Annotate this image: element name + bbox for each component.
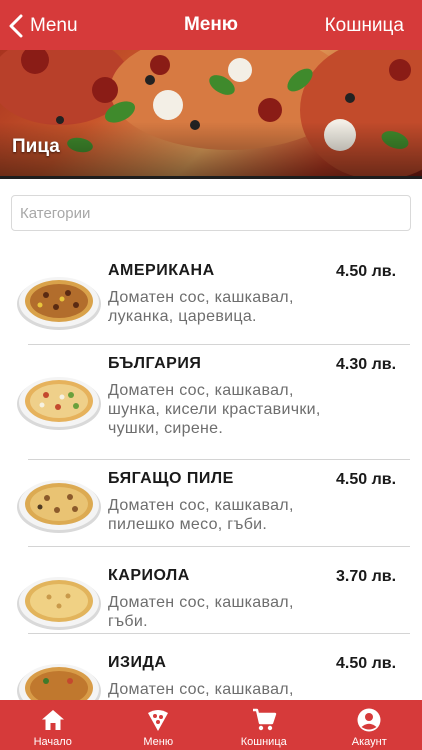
item-name: БЯГАЩО ПИЛЕ	[108, 470, 234, 487]
item-price: 4.50 лв.	[336, 263, 397, 280]
pizza-thumbnail	[17, 577, 101, 630]
item-name: КАРИОЛА	[108, 567, 190, 584]
item-description: Доматен сос, кашкавал,	[108, 681, 294, 698]
tab-cart-label: Кошница	[240, 736, 287, 748]
item-description: Доматен сос, кашкавал, шунка, кисели кра…	[108, 382, 321, 437]
bottom-tab-bar: Начало Меню Кошница Акаунт	[0, 700, 422, 750]
menu-item[interactable]: БЪЛГАРИЯ Доматен сос, кашкавал, шунка, к…	[0, 345, 422, 459]
tab-menu-label: Меню	[143, 736, 174, 748]
menu-item[interactable]: АМЕРИКАНА Доматен сос, кашкавал, луканка…	[0, 252, 422, 344]
menu-item[interactable]: ИЗИДА Доматен сос, кашкавал, 4.50 лв.	[0, 644, 422, 717]
tab-cart[interactable]: Кошница	[211, 700, 317, 750]
tab-account-label: Акаунт	[351, 736, 387, 748]
account-icon	[357, 708, 381, 732]
tab-menu[interactable]: Меню	[106, 700, 212, 750]
pizza-thumbnail	[17, 377, 101, 430]
category-search-input[interactable]	[11, 195, 411, 231]
item-description: Доматен сос, кашкавал, гъби.	[108, 594, 294, 630]
menu-item[interactable]: КАРИОЛА Доматен сос, кашкавал, гъби. 3.7…	[0, 557, 422, 649]
pizza-slice-icon	[148, 710, 169, 731]
tab-home-label: Начало	[33, 736, 72, 748]
item-name: ИЗИДА	[108, 654, 167, 671]
banner-shade	[0, 122, 422, 178]
item-name: АМЕРИКАНА	[108, 262, 215, 279]
home-icon	[41, 710, 64, 730]
item-name: БЪЛГАРИЯ	[108, 355, 202, 372]
cart-icon	[252, 708, 276, 731]
top-navigation-bar: Menu Меню Кошница	[0, 0, 422, 50]
tab-home[interactable]: Начало	[0, 700, 106, 750]
menu-item[interactable]: БЯГАЩО ПИЛЕ Доматен сос, кашкавал, пилеш…	[0, 460, 422, 546]
item-price: 4.30 лв.	[336, 356, 397, 373]
pizza-thumbnail	[17, 277, 101, 330]
category-title: Пица	[12, 136, 60, 157]
item-price: 4.50 лв.	[336, 471, 397, 488]
tab-account[interactable]: Акаунт	[317, 700, 422, 750]
pizza-thumbnail	[17, 480, 101, 533]
item-description: Доматен сос, кашкавал, пилешко месо, гъб…	[108, 497, 294, 533]
banner-divider	[0, 176, 422, 179]
category-banner: Пица	[0, 50, 422, 178]
list-divider	[28, 633, 410, 634]
cart-button[interactable]: Кошница	[325, 15, 404, 37]
list-divider	[28, 546, 410, 547]
item-description: Доматен сос, кашкавал, луканка, царевица…	[108, 289, 294, 325]
item-price: 4.50 лв.	[336, 655, 397, 672]
item-price: 3.70 лв.	[336, 568, 397, 585]
